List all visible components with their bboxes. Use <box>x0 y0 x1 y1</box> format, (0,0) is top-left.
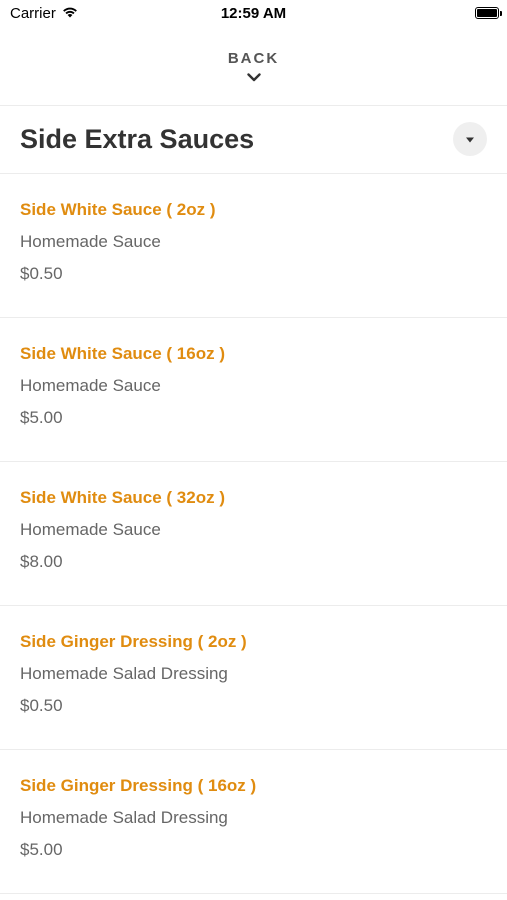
menu-item-price: $5.00 <box>20 840 63 859</box>
battery-icon <box>475 7 502 19</box>
menu-item-price: $0.50 <box>20 264 63 283</box>
menu-item-description: Homemade Sauce <box>20 232 161 251</box>
section-dropdown-button[interactable] <box>453 122 487 156</box>
section-title: Side Extra Sauces <box>20 124 255 154</box>
menu-item-description: Homemade Sauce <box>20 520 161 539</box>
menu-item[interactable]: Side White Sauce ( 32oz ) Homemade Sauce… <box>0 462 507 606</box>
menu-item-price: $8.00 <box>20 552 63 571</box>
menu-item-description: Homemade Salad Dressing <box>20 664 228 683</box>
menu-item[interactable]: Side Ginger Dressing ( 16oz ) Homemade S… <box>0 750 507 894</box>
menu-item[interactable]: Side Ginger Dressing ( 2oz ) Homemade Sa… <box>0 606 507 750</box>
menu-item[interactable]: Side White Sauce ( 16oz ) Homemade Sauce… <box>0 318 507 462</box>
status-bar: Carrier 12:59 AM <box>0 0 507 30</box>
menu-item-description: Homemade Salad Dressing <box>20 808 228 827</box>
back-button[interactable]: BACK <box>0 30 507 106</box>
menu-item-name: Side Ginger Dressing ( 16oz ) <box>20 776 257 795</box>
menu-item-name: Side White Sauce ( 2oz ) <box>20 200 216 219</box>
menu-item-list: Side White Sauce ( 2oz ) Homemade Sauce … <box>0 174 507 894</box>
menu-item-name: Side White Sauce ( 32oz ) <box>20 488 225 507</box>
menu-item[interactable]: Side White Sauce ( 2oz ) Homemade Sauce … <box>0 174 507 318</box>
caret-down-icon <box>465 130 475 148</box>
menu-item-name: Side Ginger Dressing ( 2oz ) <box>20 632 247 651</box>
back-label: BACK <box>227 50 280 67</box>
menu-item-price: $0.50 <box>20 696 63 715</box>
status-time: 12:59 AM <box>220 5 287 22</box>
chevron-down-icon <box>246 69 261 87</box>
menu-item-price: $5.00 <box>20 408 63 427</box>
menu-item-name: Side White Sauce ( 16oz ) <box>20 344 225 363</box>
menu-item-description: Homemade Sauce <box>20 376 161 395</box>
section-header: Side Extra Sauces <box>0 106 507 174</box>
